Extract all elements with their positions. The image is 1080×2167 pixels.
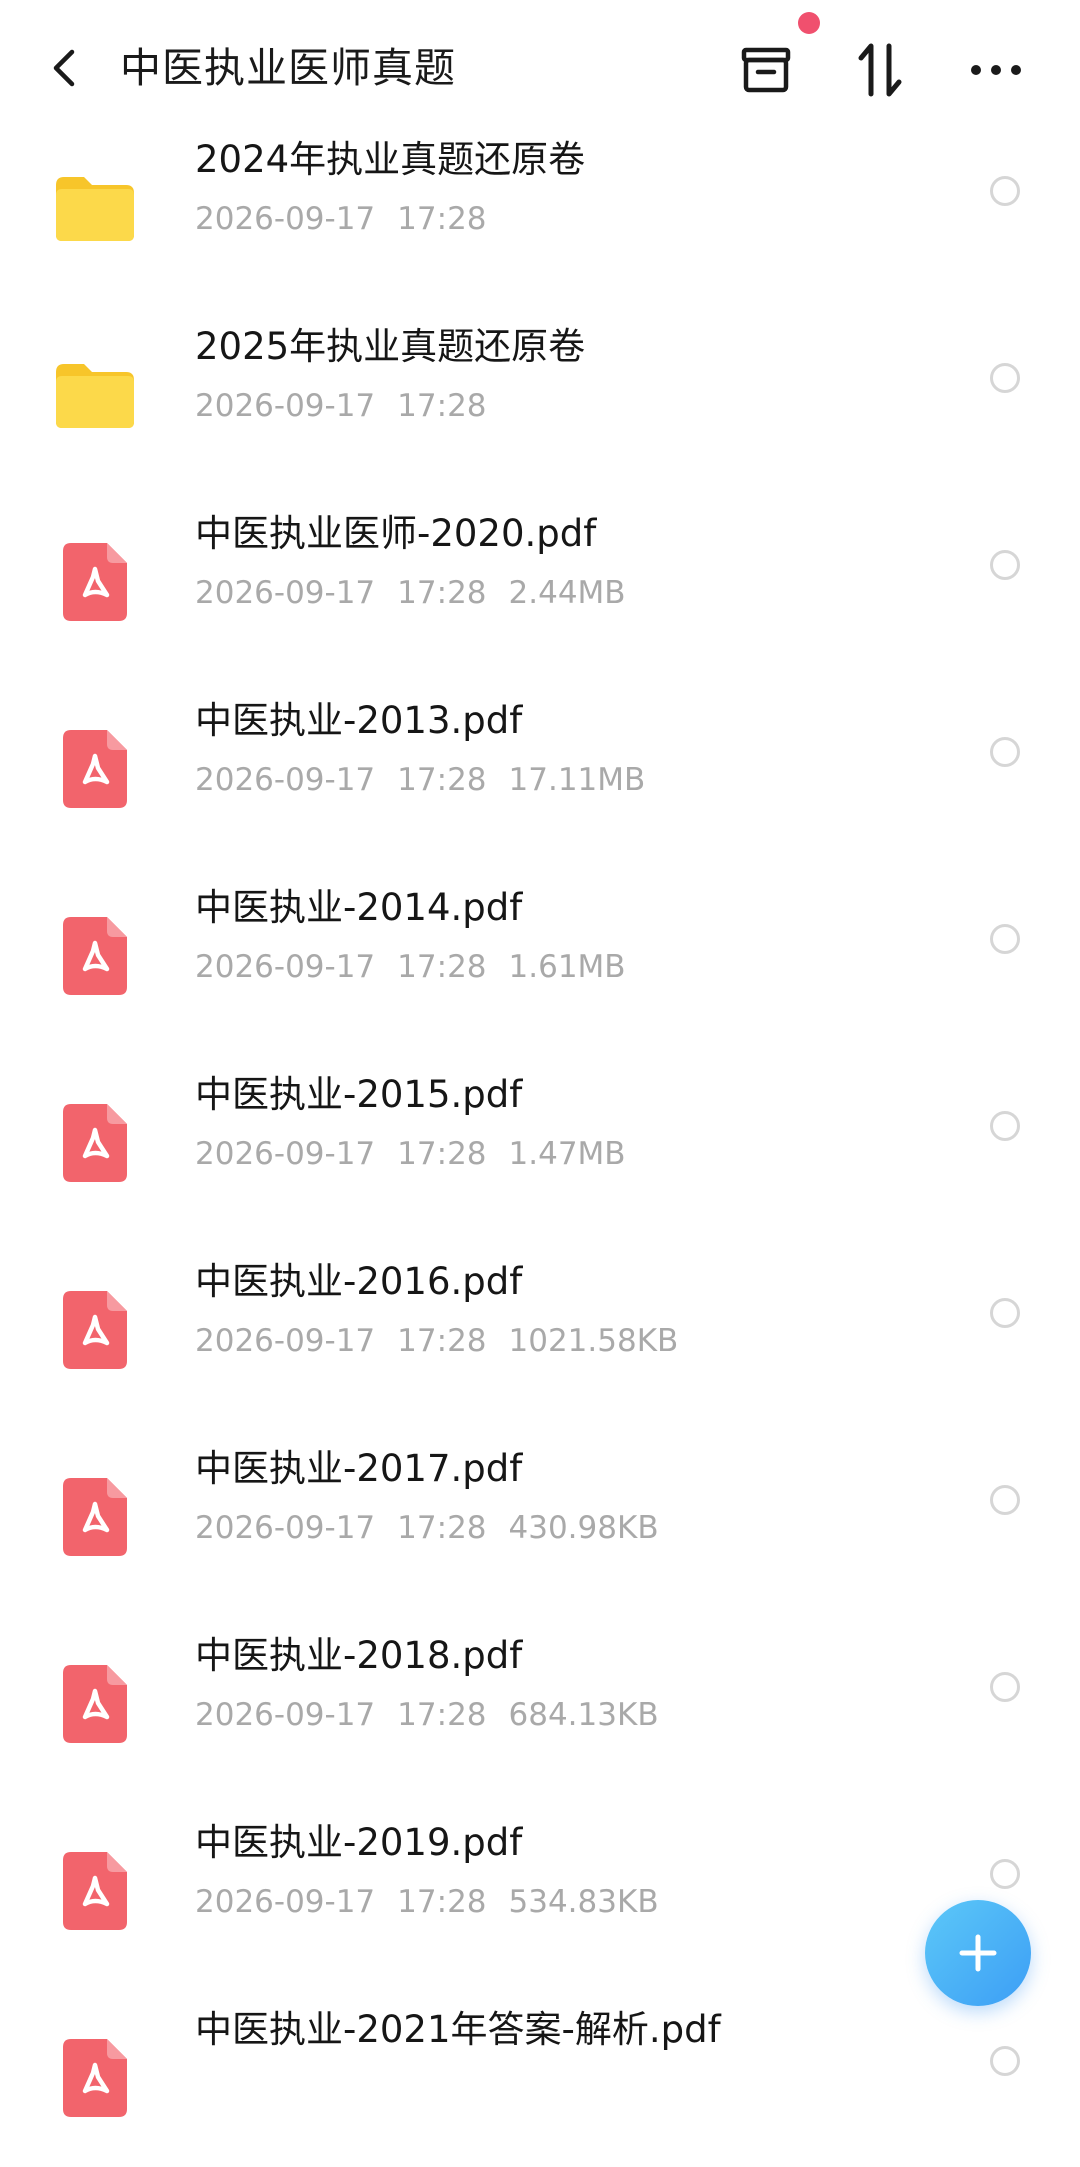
file-meta: 2026-09-17 17:28 2.44MB — [195, 568, 648, 618]
file-time: 17:28 — [397, 1323, 487, 1359]
file-size: 1.47MB — [508, 1136, 626, 1172]
page-title: 中医执业医师真题 — [120, 44, 456, 92]
file-date: 2026-09-17 — [195, 201, 376, 237]
list-item[interactable]: 中医执业-2018.pdf 2026-09-17 17:28 684.13KB — [0, 1606, 1080, 1793]
archive-button[interactable] — [730, 34, 802, 106]
file-time: 17:28 — [397, 1697, 487, 1733]
file-time: 17:28 — [397, 575, 487, 611]
list-item[interactable]: 中医执业-2013.pdf 2026-09-17 17:28 17.11MB — [0, 671, 1080, 858]
list-item[interactable]: 2024年执业真题还原卷 2026-09-17 17:28 — [0, 110, 1080, 297]
file-list: 2024年执业真题还原卷 2026-09-17 17:28 2025年执业真题还原… — [0, 0, 1080, 2117]
pdf-file-icon — [52, 1100, 138, 1186]
file-name: 中医执业-2016.pdf — [195, 1260, 523, 1303]
pdf-file-icon — [52, 539, 138, 625]
file-meta: 2026-09-17 17:28 684.13KB — [195, 1690, 681, 1740]
list-item[interactable]: 中医执业-2016.pdf 2026-09-17 17:28 1021.58KB — [0, 1232, 1080, 1419]
file-name: 中医执业-2013.pdf — [195, 699, 523, 742]
file-name: 中医执业-2018.pdf — [195, 1634, 523, 1677]
file-name: 中医执业-2019.pdf — [195, 1821, 523, 1864]
file-date: 2026-09-17 — [195, 1697, 376, 1733]
file-time: 17:28 — [397, 1884, 487, 1920]
sort-button[interactable] — [845, 34, 917, 106]
file-size: 1021.58KB — [508, 1323, 679, 1359]
file-size: 684.13KB — [508, 1697, 659, 1733]
pdf-file-icon — [52, 2035, 138, 2121]
select-radio[interactable] — [990, 2046, 1020, 2076]
file-meta: 2026-09-17 17:28 534.83KB — [195, 1877, 681, 1927]
select-radio[interactable] — [990, 550, 1020, 580]
file-size: 1.61MB — [508, 949, 626, 985]
list-item[interactable]: 2025年执业真题还原卷 2026-09-17 17:28 — [0, 297, 1080, 484]
list-item[interactable]: 中医执业-2021年答案-解析.pdf — [0, 1980, 1080, 2167]
select-radio[interactable] — [990, 1859, 1020, 1889]
select-radio[interactable] — [990, 1485, 1020, 1515]
archive-box-icon — [741, 47, 791, 93]
file-meta: 2026-09-17 17:28 1021.58KB — [195, 1316, 700, 1366]
pdf-file-icon — [52, 1474, 138, 1560]
select-radio[interactable] — [990, 363, 1020, 393]
select-radio[interactable] — [990, 1111, 1020, 1141]
folder-icon — [52, 352, 138, 438]
list-item[interactable]: 中医执业-2015.pdf 2026-09-17 17:28 1.47MB — [0, 1045, 1080, 1232]
file-time: 17:28 — [397, 762, 487, 798]
file-time: 17:28 — [397, 949, 487, 985]
folder-icon — [52, 165, 138, 251]
pdf-file-icon — [52, 726, 138, 812]
file-name: 中医执业医师-2020.pdf — [195, 512, 597, 555]
file-date: 2026-09-17 — [195, 388, 376, 424]
file-size: 17.11MB — [508, 762, 646, 798]
file-name: 2025年执业真题还原卷 — [195, 325, 586, 368]
pdf-file-icon — [52, 913, 138, 999]
file-date: 2026-09-17 — [195, 1510, 376, 1546]
file-meta: 2026-09-17 17:28 1.61MB — [195, 942, 648, 992]
file-name: 2024年执业真题还原卷 — [195, 138, 586, 181]
chevron-left-icon — [53, 49, 75, 87]
file-date: 2026-09-17 — [195, 1323, 376, 1359]
list-item[interactable]: 中医执业医师-2020.pdf 2026-09-17 17:28 2.44MB — [0, 484, 1080, 671]
back-button[interactable] — [42, 40, 86, 96]
select-radio[interactable] — [990, 737, 1020, 767]
sort-arrows-icon — [858, 43, 902, 97]
add-button[interactable] — [925, 1900, 1031, 2006]
select-radio[interactable] — [990, 176, 1020, 206]
file-date: 2026-09-17 — [195, 949, 376, 985]
file-time: 17:28 — [397, 201, 487, 237]
file-date: 2026-09-17 — [195, 1136, 376, 1172]
pdf-file-icon — [52, 1848, 138, 1934]
file-meta: 2026-09-17 17:28 — [195, 381, 531, 431]
plus-icon — [959, 1934, 997, 1972]
list-item[interactable]: 中医执业-2014.pdf 2026-09-17 17:28 1.61MB — [0, 858, 1080, 1045]
file-date: 2026-09-17 — [195, 1884, 376, 1920]
pdf-file-icon — [52, 1661, 138, 1747]
file-name: 中医执业-2015.pdf — [195, 1073, 523, 1116]
file-time: 17:28 — [397, 388, 487, 424]
file-size: 534.83KB — [508, 1884, 659, 1920]
pdf-file-icon — [52, 1287, 138, 1373]
file-meta: 2026-09-17 17:28 17.11MB — [195, 755, 667, 805]
notification-dot — [798, 12, 820, 34]
file-meta: 2026-09-17 17:28 430.98KB — [195, 1503, 681, 1553]
file-name: 中医执业-2021年答案-解析.pdf — [195, 2008, 721, 2051]
select-radio[interactable] — [990, 1298, 1020, 1328]
select-radio[interactable] — [990, 924, 1020, 954]
file-date: 2026-09-17 — [195, 762, 376, 798]
file-time: 17:28 — [397, 1136, 487, 1172]
more-button[interactable] — [960, 34, 1032, 106]
file-size: 430.98KB — [508, 1510, 659, 1546]
file-date: 2026-09-17 — [195, 575, 376, 611]
list-item[interactable]: 中医执业-2019.pdf 2026-09-17 17:28 534.83KB — [0, 1793, 1080, 1980]
select-radio[interactable] — [990, 1672, 1020, 1702]
file-meta: 2026-09-17 17:28 — [195, 194, 531, 244]
file-name: 中医执业-2014.pdf — [195, 886, 523, 929]
list-item[interactable]: 中医执业-2017.pdf 2026-09-17 17:28 430.98KB — [0, 1419, 1080, 1606]
file-size: 2.44MB — [508, 575, 626, 611]
file-name: 中医执业-2017.pdf — [195, 1447, 523, 1490]
file-time: 17:28 — [397, 1510, 487, 1546]
more-dots-icon — [971, 65, 1021, 75]
top-app-bar: 中医执业医师真题 — [0, 0, 1080, 130]
file-meta: 2026-09-17 17:28 1.47MB — [195, 1129, 648, 1179]
